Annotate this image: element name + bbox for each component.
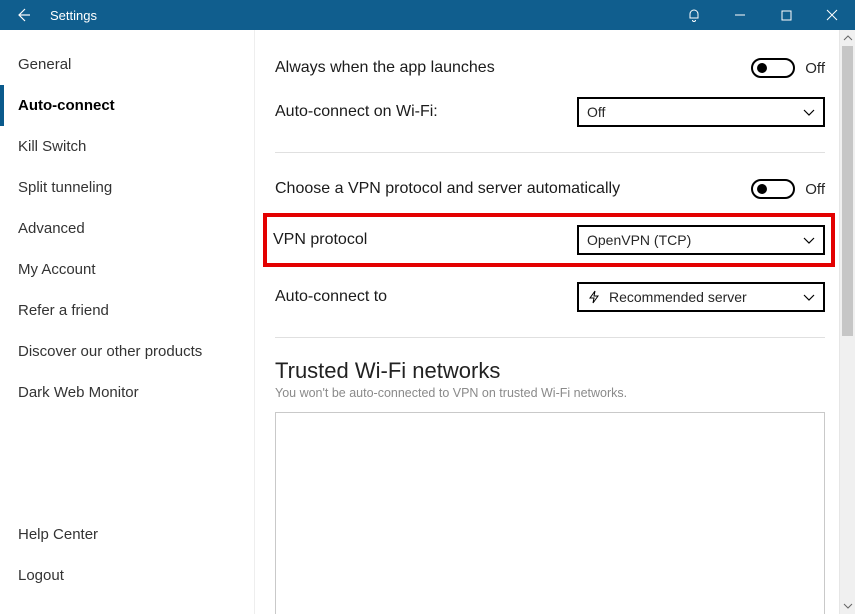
bell-icon — [686, 7, 702, 23]
auto-protocol-label: Choose a VPN protocol and server automat… — [275, 180, 620, 198]
sidebar-item-dark-web[interactable]: Dark Web Monitor — [0, 372, 254, 413]
sidebar-item-discover[interactable]: Discover our other products — [0, 331, 254, 372]
vpn-protocol-row: VPN protocol OpenVPN (TCP) — [273, 222, 825, 258]
maximize-icon — [781, 10, 792, 21]
divider — [275, 152, 825, 153]
sidebar-item-general[interactable]: General — [0, 44, 254, 85]
minimize-button[interactable] — [717, 0, 763, 30]
sidebar-item-kill-switch[interactable]: Kill Switch — [0, 126, 254, 167]
launch-toggle-state: Off — [805, 60, 825, 77]
notification-button[interactable] — [671, 0, 717, 30]
auto-connect-to-row: Auto-connect to Recommended server — [275, 275, 825, 319]
sidebar: General Auto-connect Kill Switch Split t… — [0, 30, 255, 614]
close-button[interactable] — [809, 0, 855, 30]
minimize-icon — [734, 9, 746, 21]
arrow-left-icon — [15, 7, 31, 23]
scroll-thumb[interactable] — [842, 46, 853, 336]
trusted-subtitle: You won't be auto-connected to VPN on tr… — [275, 386, 825, 400]
launch-toggle[interactable] — [751, 58, 795, 78]
sidebar-item-auto-connect[interactable]: Auto-connect — [0, 85, 254, 126]
divider — [275, 337, 825, 338]
wifi-autoconnect-label: Auto-connect on Wi-Fi: — [275, 103, 438, 121]
auto-protocol-toggle[interactable] — [751, 179, 795, 199]
sidebar-item-advanced[interactable]: Advanced — [0, 208, 254, 249]
auto-connect-to-label: Auto-connect to — [275, 288, 387, 306]
auto-protocol-state: Off — [805, 181, 825, 198]
auto-protocol-row: Choose a VPN protocol and server automat… — [275, 167, 825, 211]
chevron-down-icon — [803, 104, 815, 120]
wifi-autoconnect-select[interactable]: Off — [577, 97, 825, 127]
scroll-down-arrow-icon[interactable] — [840, 598, 855, 614]
window-title: Settings — [50, 8, 97, 23]
sidebar-item-help-center[interactable]: Help Center — [0, 514, 254, 555]
wifi-autoconnect-value: Off — [587, 104, 605, 120]
launch-toggle-label: Always when the app launches — [275, 59, 495, 77]
maximize-button[interactable] — [763, 0, 809, 30]
highlight-annotation: VPN protocol OpenVPN (TCP) — [263, 213, 835, 267]
vpn-protocol-select[interactable]: OpenVPN (TCP) — [577, 225, 825, 255]
sidebar-item-logout[interactable]: Logout — [0, 555, 254, 596]
vpn-protocol-value: OpenVPN (TCP) — [587, 232, 691, 248]
titlebar: Settings — [0, 0, 855, 30]
wifi-autoconnect-row: Auto-connect on Wi-Fi: Off — [275, 90, 825, 134]
trusted-title: Trusted Wi-Fi networks — [275, 358, 825, 384]
sidebar-item-my-account[interactable]: My Account — [0, 249, 254, 290]
chevron-down-icon — [803, 232, 815, 248]
close-icon — [826, 9, 838, 21]
auto-connect-to-value: Recommended server — [609, 289, 747, 305]
vpn-protocol-label: VPN protocol — [273, 231, 367, 249]
launch-toggle-row: Always when the app launches Off — [275, 46, 825, 90]
scrollbar[interactable] — [839, 30, 855, 614]
sidebar-item-split-tunneling[interactable]: Split tunneling — [0, 167, 254, 208]
trusted-wifi-list[interactable] — [275, 412, 825, 614]
sidebar-item-refer[interactable]: Refer a friend — [0, 290, 254, 331]
content-panel: Always when the app launches Off Auto-co… — [255, 30, 855, 614]
back-button[interactable] — [0, 0, 46, 30]
lightning-icon — [587, 290, 601, 304]
scroll-up-arrow-icon[interactable] — [840, 30, 855, 46]
chevron-down-icon — [803, 289, 815, 305]
auto-connect-to-select[interactable]: Recommended server — [577, 282, 825, 312]
